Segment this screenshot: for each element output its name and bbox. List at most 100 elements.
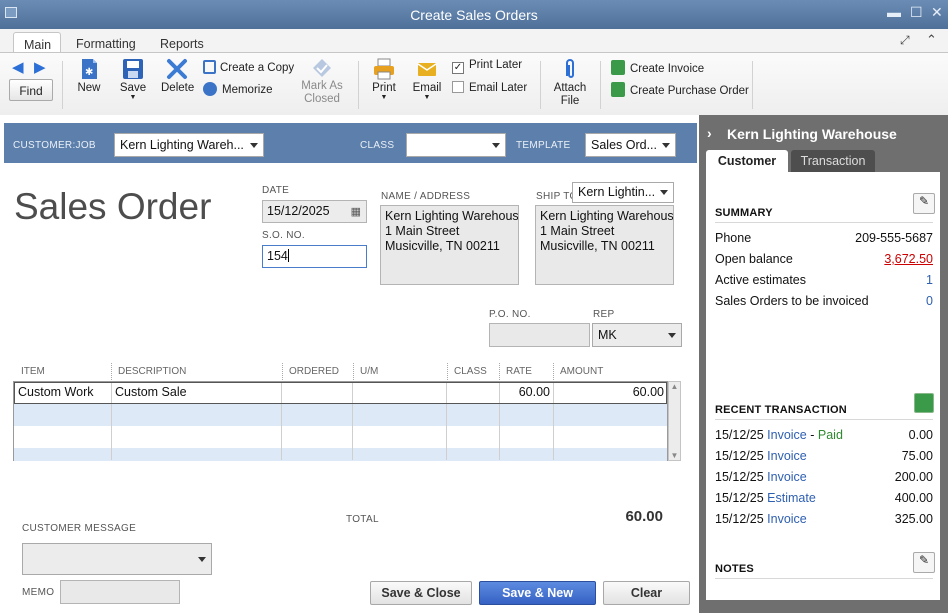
- chevron-down-icon: [660, 190, 668, 195]
- create-po-button[interactable]: Create Purchase Order: [611, 82, 749, 97]
- email-dropdown-icon: ▼: [423, 94, 431, 101]
- cell-rate[interactable]: 60.00: [500, 385, 550, 399]
- report-icon[interactable]: [914, 393, 934, 413]
- rep-value: MK: [598, 328, 617, 342]
- chevron-down-icon: [492, 143, 500, 148]
- name-address-field[interactable]: Kern Lighting Warehouse 1 Main Street Mu…: [380, 205, 519, 285]
- active-estimates-label: Active estimates: [715, 273, 807, 287]
- address-line: Musicville, TN 00211: [540, 239, 655, 253]
- collapse-ribbon-icon[interactable]: ⌃: [926, 32, 937, 48]
- create-invoice-button[interactable]: Create Invoice: [611, 60, 704, 75]
- memo-label: MEMO: [22, 587, 55, 598]
- find-button[interactable]: Find: [9, 79, 53, 101]
- so-invoiced-link[interactable]: 0: [926, 294, 933, 308]
- cell-item[interactable]: Custom Work: [18, 385, 93, 399]
- email-later-label: Email Later: [469, 82, 528, 94]
- edit-notes-pencil-icon[interactable]: ✎: [913, 552, 935, 573]
- date-field[interactable]: 15/12/2025 ▦: [262, 200, 367, 223]
- txn-type-link[interactable]: Invoice: [767, 449, 807, 463]
- scroll-down-icon[interactable]: ▼: [669, 451, 680, 460]
- address-line: Musicville, TN 00211: [385, 239, 500, 253]
- recent-transaction-label: RECENT TRANSACTION: [715, 404, 847, 416]
- column-header-class: CLASS: [447, 363, 487, 380]
- txn-type-link[interactable]: Invoice: [767, 470, 807, 484]
- print-later-checkbox[interactable]: ✓ Print Later: [452, 59, 522, 74]
- mark-as-closed-label-2: Closed: [304, 93, 340, 105]
- ship-to-select[interactable]: Kern Lightin...: [572, 182, 674, 203]
- memorize-icon: [203, 82, 217, 96]
- new-document-icon: ✱: [82, 59, 97, 79]
- template-label: TEMPLATE: [516, 140, 571, 151]
- list-item[interactable]: 15/12/25 Invoice - Paid 0.00: [715, 428, 933, 446]
- attach-label-1: Attach: [553, 82, 587, 94]
- text-cursor: [287, 249, 289, 262]
- create-copy-label: Create a Copy: [220, 62, 295, 74]
- po-number-field[interactable]: [489, 323, 590, 347]
- customer-message-select[interactable]: [22, 543, 212, 575]
- maximize-icon[interactable]: ☐: [910, 4, 923, 21]
- txn-type-link[interactable]: Estimate: [767, 491, 816, 505]
- list-item[interactable]: 15/12/25 Invoice 200.00: [715, 470, 933, 488]
- rep-select[interactable]: MK: [592, 323, 682, 347]
- panel-title: Kern Lighting Warehouse: [727, 126, 897, 142]
- summary-label: SUMMARY: [715, 207, 773, 219]
- cell-description[interactable]: Custom Sale: [115, 385, 187, 399]
- ship-to-address-field[interactable]: Kern Lighting Warehouse 1 Main Street Mu…: [535, 205, 674, 285]
- new-button[interactable]: ✱ New: [76, 58, 102, 94]
- edit-pencil-icon[interactable]: ✎: [913, 193, 935, 214]
- save-button[interactable]: Save ▼: [119, 58, 147, 102]
- clear-button[interactable]: Clear: [603, 581, 690, 605]
- txn-date: 15/12/25: [715, 449, 764, 463]
- printer-icon: [374, 58, 394, 80]
- column-header-item: ITEM: [21, 366, 45, 377]
- active-estimates-row: Active estimates 1: [715, 273, 933, 291]
- so-number-field[interactable]: 154: [262, 245, 367, 268]
- calendar-icon[interactable]: ▦: [351, 205, 361, 218]
- scroll-up-icon[interactable]: ▲: [669, 382, 680, 391]
- grid-body: Custom Work Custom Sale 60.00 60.00: [13, 381, 668, 461]
- column-header-amount: AMOUNT: [553, 363, 603, 380]
- window-title: Create Sales Orders: [410, 7, 538, 23]
- minimize-icon[interactable]: ▬: [887, 4, 901, 20]
- print-later-check-icon: ✓: [452, 62, 464, 74]
- expand-icon[interactable]: ⤢: [900, 33, 910, 48]
- delete-button[interactable]: Delete: [161, 58, 194, 94]
- open-balance-link[interactable]: 3,672.50: [884, 252, 933, 266]
- purchase-order-icon: [611, 82, 625, 97]
- mark-as-closed-button[interactable]: Mark As Closed: [299, 58, 345, 106]
- memorize-button[interactable]: Memorize: [203, 82, 272, 96]
- attach-file-button[interactable]: Attach File: [551, 58, 589, 108]
- class-select[interactable]: [406, 133, 506, 157]
- grid-scrollbar[interactable]: ▲ ▼: [668, 381, 681, 461]
- customer-job-value: Kern Lighting Wareh...: [120, 138, 244, 152]
- address-line: 1 Main Street: [540, 224, 615, 238]
- forward-arrow-icon[interactable]: ▶: [34, 58, 46, 76]
- txn-date: 15/12/25: [715, 470, 764, 484]
- column-header-ordered: ORDERED: [282, 363, 339, 380]
- panel-expand-icon[interactable]: ›: [707, 125, 712, 141]
- open-balance-label: Open balance: [715, 252, 793, 266]
- ship-to-select-value: Kern Lightin...: [578, 185, 656, 199]
- txn-type-link[interactable]: Invoice: [767, 428, 807, 442]
- close-icon[interactable]: ✕: [931, 4, 943, 21]
- list-item[interactable]: 15/12/25 Estimate 400.00: [715, 491, 933, 509]
- tab-customer[interactable]: Customer: [706, 150, 788, 174]
- save-close-button[interactable]: Save & Close: [370, 581, 472, 605]
- email-button[interactable]: Email ▼: [411, 58, 443, 102]
- memo-field[interactable]: [60, 580, 180, 604]
- txn-type-link[interactable]: Invoice: [767, 512, 807, 526]
- customer-job-select[interactable]: Kern Lighting Wareh...: [114, 133, 264, 157]
- save-new-button[interactable]: Save & New: [479, 581, 596, 605]
- email-later-checkbox[interactable]: Email Later: [452, 81, 527, 94]
- print-button[interactable]: Print ▼: [370, 58, 398, 102]
- list-item[interactable]: 15/12/25 Invoice 75.00: [715, 449, 933, 467]
- column-header-rate: RATE: [499, 363, 532, 380]
- create-copy-button[interactable]: Create a Copy: [203, 60, 294, 74]
- back-arrow-icon[interactable]: ◀: [12, 58, 24, 76]
- tab-transaction[interactable]: Transaction: [791, 150, 875, 172]
- list-item[interactable]: 15/12/25 Invoice 325.00: [715, 512, 933, 530]
- template-select[interactable]: Sales Ord...: [585, 133, 676, 157]
- cell-amount[interactable]: 60.00: [554, 385, 664, 399]
- chevron-down-icon: [198, 557, 206, 562]
- active-estimates-link[interactable]: 1: [926, 273, 933, 287]
